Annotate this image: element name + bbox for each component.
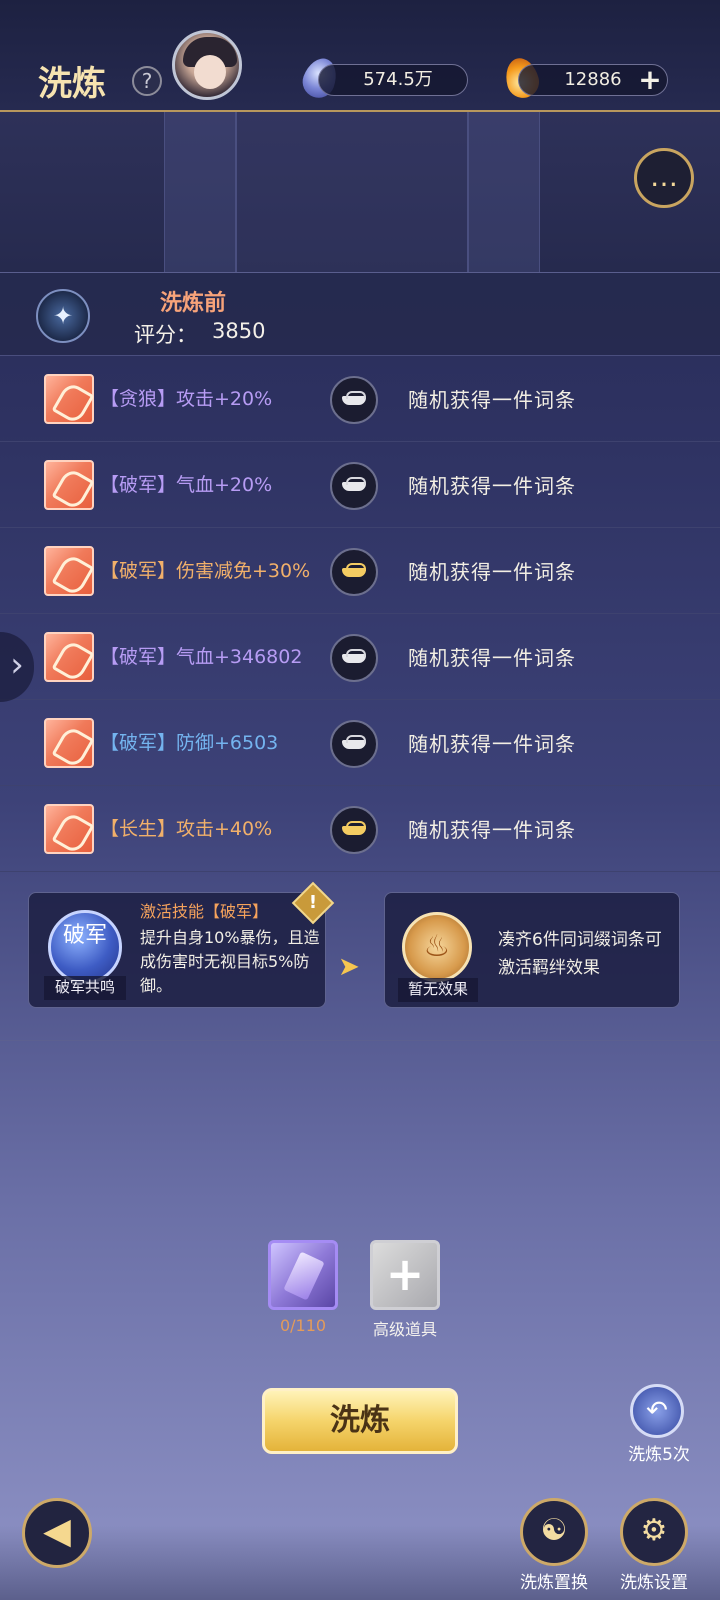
attribute-result: 随机获得一件词条 — [408, 388, 576, 412]
arrow-left-icon[interactable]: ◀ — [22, 1498, 92, 1568]
attribute-result: 随机获得一件词条 — [408, 560, 576, 584]
attribute-text: 【破军】气血+346802 — [100, 646, 303, 668]
warning-mark: ! — [308, 892, 318, 913]
advanced-item-label: 高级道具 — [372, 1320, 437, 1339]
before-title: 洗炼前 — [160, 291, 227, 316]
skill-emblem: 破军 — [48, 910, 122, 984]
undo-icon[interactable]: ↶ — [630, 1384, 684, 1438]
lock-toggle-icon[interactable] — [330, 806, 378, 854]
jade-currency-amount: 574.5万 — [318, 64, 468, 96]
swap-icon[interactable]: ☯ — [520, 1498, 588, 1566]
skill-title: 激活技能【破军】 — [140, 902, 269, 921]
gear-icon[interactable]: ⚙ — [620, 1498, 688, 1566]
chat-icon[interactable]: … — [634, 148, 694, 208]
arrow-right-icon: ➤ — [338, 952, 360, 982]
help-icon[interactable]: ? — [132, 66, 162, 96]
add-item-button[interactable]: + — [370, 1240, 440, 1310]
refine-5-times-label: 洗炼5次 — [628, 1445, 690, 1465]
refine-button[interactable]: 洗炼 — [262, 1388, 458, 1454]
attribute-result: 随机获得一件词条 — [408, 474, 576, 498]
lock-toggle-icon[interactable] — [330, 634, 378, 682]
score-value: 3850 — [212, 319, 266, 343]
attribute-icon — [44, 632, 94, 682]
banner-panel-right — [468, 112, 540, 272]
equipment-type-icon: ✦ — [36, 289, 90, 343]
attribute-row: 【长生】攻击+40% 随机获得一件词条 — [0, 786, 720, 872]
flame-emblem-icon: ♨ — [402, 912, 472, 982]
effect-text: 凑齐6件同词缀词条可激活羁绊效果 — [498, 930, 662, 978]
attribute-result: 随机获得一件词条 — [408, 646, 576, 670]
swap-label[interactable]: 洗炼置换 — [504, 1568, 604, 1593]
attribute-text: 【破军】气血+20% — [100, 474, 273, 496]
attribute-row: 【破军】伤害减免+30% 随机获得一件词条 — [0, 528, 720, 614]
attribute-icon — [44, 374, 94, 424]
skill-emblem-label: 破军共鸣 — [44, 976, 126, 1000]
add-currency-button[interactable]: + — [636, 66, 664, 94]
attribute-row: 【破军】气血+346802 随机获得一件词条 — [0, 614, 720, 700]
avatar[interactable] — [172, 30, 242, 100]
divider — [0, 1040, 720, 1041]
attribute-row: 【破军】防御+6503 随机获得一件词条 — [0, 700, 720, 786]
attribute-text: 【贪狼】攻击+20% — [100, 388, 273, 410]
crystal-icon — [283, 1251, 325, 1301]
attribute-result: 随机获得一件词条 — [408, 818, 576, 842]
banner-panel-left — [164, 112, 236, 272]
attribute-icon — [44, 804, 94, 854]
attribute-text: 【破军】伤害减免+30% — [100, 560, 311, 582]
attribute-text: 【破军】防御+6503 — [100, 732, 279, 754]
settings-label[interactable]: 洗炼设置 — [604, 1568, 704, 1593]
page-title: 洗炼 — [38, 64, 106, 104]
attribute-result: 随机获得一件词条 — [408, 732, 576, 756]
lock-toggle-icon[interactable] — [330, 462, 378, 510]
avatar-face — [194, 55, 226, 89]
crystal-count: 0/110 — [279, 1316, 327, 1335]
crystal-item-slot[interactable] — [268, 1240, 338, 1310]
attribute-icon — [44, 718, 94, 768]
skill-description: 提升自身10%暴伤，且造成伤害时无视目标5%防御。 — [140, 928, 320, 995]
attribute-icon — [44, 546, 94, 596]
effect-emblem-label: 暂无效果 — [398, 978, 478, 1002]
score-label: 评分： — [134, 323, 197, 347]
attribute-row: 【贪狼】攻击+20% 随机获得一件词条 — [0, 356, 720, 442]
attribute-text: 【长生】攻击+40% — [100, 818, 273, 840]
equipment-banner — [0, 112, 720, 272]
attribute-row: 【破军】气血+20% 随机获得一件词条 — [0, 442, 720, 528]
lock-toggle-icon[interactable] — [330, 720, 378, 768]
before-section: ✦ 洗炼前 评分： 3850 — [0, 272, 720, 356]
banner-panel-center — [236, 112, 468, 272]
attribute-icon — [44, 460, 94, 510]
lock-toggle-icon[interactable] — [330, 376, 378, 424]
lock-toggle-icon[interactable] — [330, 548, 378, 596]
